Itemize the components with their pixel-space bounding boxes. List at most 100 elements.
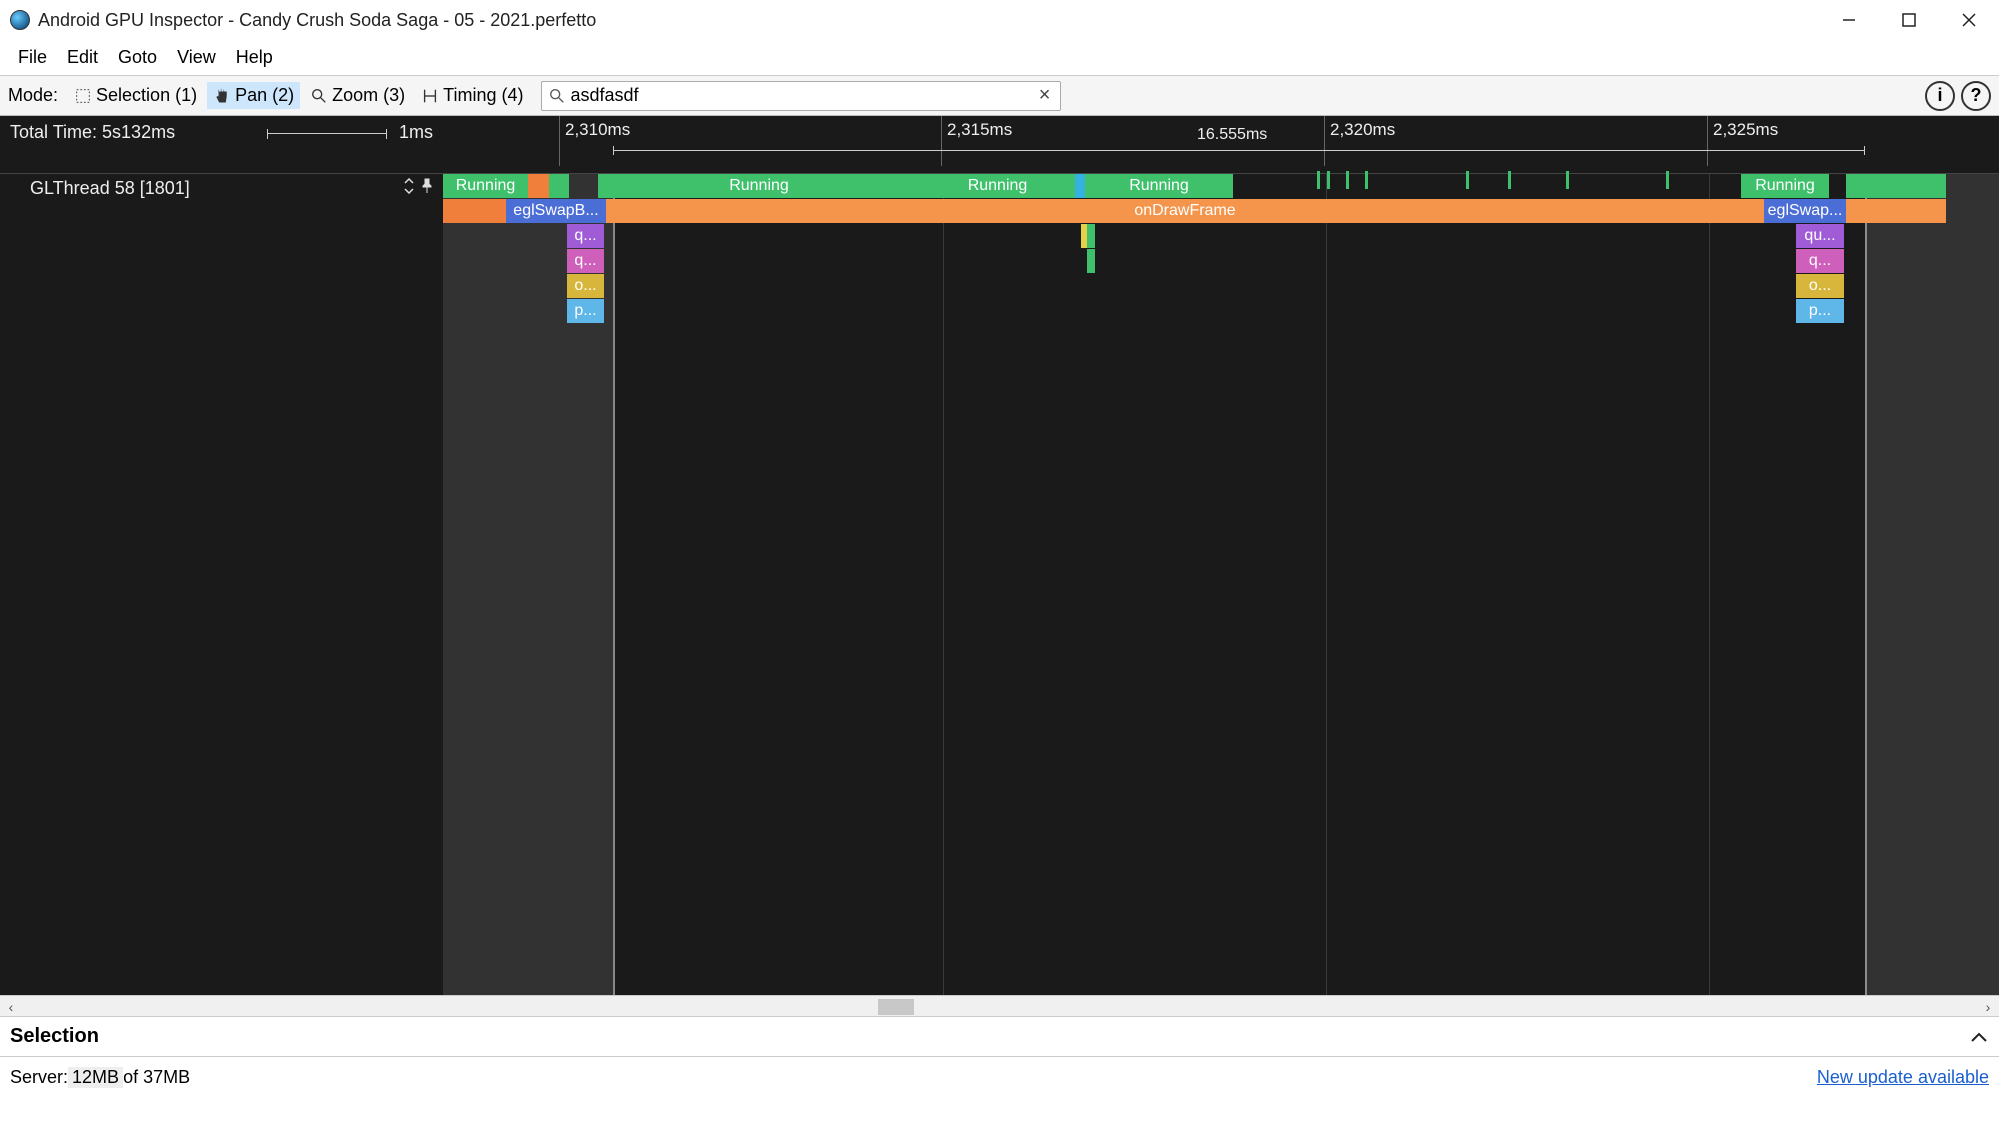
search-icon: [548, 87, 566, 105]
gridline: [1709, 174, 1710, 995]
menu-file[interactable]: File: [10, 43, 55, 72]
toolbar: Mode: Selection (1) Pan (2) Zoom (3) Tim…: [0, 76, 1999, 116]
info-icon: i: [1937, 85, 1942, 106]
server-memory-used: 12MB: [68, 1067, 123, 1088]
trace-event[interactable]: Running: [443, 174, 528, 198]
trace-event[interactable]: [1075, 174, 1085, 198]
scale-bar-icon: [267, 133, 387, 134]
app-icon: [10, 10, 30, 30]
gridline: [1326, 174, 1327, 995]
trace-event[interactable]: Running: [1085, 174, 1233, 198]
trace-event[interactable]: q...: [567, 224, 604, 248]
selection-title: Selection: [10, 1025, 99, 1048]
scroll-right-button[interactable]: ›: [1977, 996, 1999, 1018]
maximize-button[interactable]: [1879, 0, 1939, 40]
gridline: [943, 174, 944, 995]
trace-event[interactable]: q...: [1796, 249, 1844, 273]
trace-event[interactable]: o...: [1796, 274, 1844, 298]
selection-span-label: 16.555ms: [1193, 126, 1271, 144]
trace-event[interactable]: [1846, 199, 1946, 223]
frame-tick: [1346, 171, 1349, 189]
horizontal-scrollbar[interactable]: ‹ ›: [0, 995, 1999, 1017]
trace-event[interactable]: q...: [567, 249, 604, 273]
statusbar: Server: 12MB of 37MB New update availabl…: [0, 1057, 1999, 1097]
mode-selection-button[interactable]: Selection (1): [68, 82, 203, 109]
timeline-ruler[interactable]: 2,310ms 2,315ms 2,320ms 2,325ms 16.555ms: [443, 116, 1999, 174]
trace-event[interactable]: Running: [920, 174, 1075, 198]
frame-tick: [1666, 171, 1669, 189]
trace-event[interactable]: [528, 174, 549, 198]
trace-event[interactable]: Running: [598, 174, 920, 198]
trace-event[interactable]: p...: [1796, 299, 1844, 323]
close-icon: [1961, 12, 1977, 28]
timeline-sidebar-header: Total Time: 5s132ms 1ms: [0, 116, 443, 174]
window-title: Android GPU Inspector - Candy Crush Soda…: [38, 10, 596, 31]
trace-event[interactable]: [443, 199, 506, 223]
mode-pan-label: Pan (2): [235, 85, 294, 106]
trace-event[interactable]: [1087, 224, 1095, 248]
mode-pan-button[interactable]: Pan (2): [207, 82, 300, 109]
menu-goto[interactable]: Goto: [110, 43, 165, 72]
search-box[interactable]: ×: [541, 81, 1061, 111]
scrollbar-thumb[interactable]: [878, 999, 914, 1015]
trace-event[interactable]: [1846, 174, 1946, 198]
trace-event[interactable]: [1087, 249, 1095, 273]
help-icon: ?: [1971, 85, 1982, 106]
close-button[interactable]: [1939, 0, 1999, 40]
trace-event[interactable]: onDrawFrame: [606, 199, 1764, 223]
collapse-icon[interactable]: [403, 178, 415, 199]
server-memory-total: of 37MB: [123, 1067, 190, 1088]
trace-event[interactable]: p...: [567, 299, 604, 323]
zoom-icon: [310, 87, 328, 105]
ruler-tick: 2,320ms: [1330, 120, 1395, 140]
menu-help[interactable]: Help: [228, 43, 281, 72]
help-button[interactable]: ?: [1961, 81, 1991, 111]
mode-zoom-button[interactable]: Zoom (3): [304, 82, 411, 109]
frame-tick: [1566, 171, 1569, 189]
trace-event[interactable]: eglSwap...: [1764, 199, 1846, 223]
timeline-tracks[interactable]: 2,310ms 2,315ms 2,320ms 2,325ms 16.555ms…: [443, 116, 1999, 995]
ruler-tick: 2,325ms: [1713, 120, 1778, 140]
trace-event[interactable]: o...: [567, 274, 604, 298]
thread-row[interactable]: GLThread 58 [1801]: [0, 174, 443, 202]
thread-name: GLThread 58 [1801]: [0, 178, 190, 199]
ruler-tick: 2,315ms: [947, 120, 1012, 140]
mode-zoom-label: Zoom (3): [332, 85, 405, 106]
frame-tick: [1508, 171, 1511, 189]
scale-label: 1ms: [399, 122, 433, 143]
timing-icon: [421, 87, 439, 105]
info-button[interactable]: i: [1925, 81, 1955, 111]
pin-icon[interactable]: [421, 178, 433, 199]
trace-event[interactable]: eglSwapB...: [506, 199, 606, 223]
pan-icon: [213, 87, 231, 105]
selection-panel-header[interactable]: Selection: [0, 1017, 1999, 1057]
frame-tick: [1365, 171, 1368, 189]
maximize-icon: [1902, 13, 1916, 27]
server-label: Server:: [10, 1067, 68, 1088]
scroll-left-button[interactable]: ‹: [0, 996, 22, 1018]
trace-event[interactable]: [549, 174, 569, 198]
minimize-button[interactable]: [1819, 0, 1879, 40]
selection-span: 16.555ms: [613, 150, 1865, 151]
frame-tick: [1466, 171, 1469, 189]
search-clear-button[interactable]: ×: [1035, 84, 1055, 107]
frame-tick: [1317, 171, 1320, 189]
total-time-label: Total Time: 5s132ms: [10, 122, 175, 143]
mode-timing-button[interactable]: Timing (4): [415, 82, 529, 109]
search-input[interactable]: [570, 85, 1034, 106]
mode-label: Mode:: [8, 85, 58, 106]
mode-timing-label: Timing (4): [443, 85, 523, 106]
menubar: File Edit Goto View Help: [0, 40, 1999, 76]
dim-after-selection: [1865, 174, 1999, 995]
titlebar: Android GPU Inspector - Candy Crush Soda…: [0, 0, 1999, 40]
menu-view[interactable]: View: [169, 43, 224, 72]
selection-icon: [74, 87, 92, 105]
timeline-panel: Total Time: 5s132ms 1ms GLThread 58 [180…: [0, 116, 1999, 995]
chevron-up-icon[interactable]: [1969, 1024, 1989, 1050]
trace-event[interactable]: Running: [1741, 174, 1829, 198]
menu-edit[interactable]: Edit: [59, 43, 106, 72]
timeline-sidebar: Total Time: 5s132ms 1ms GLThread 58 [180…: [0, 116, 443, 995]
selection-start-line[interactable]: [613, 174, 615, 995]
trace-event[interactable]: qu...: [1796, 224, 1844, 248]
update-available-link[interactable]: New update available: [1817, 1067, 1989, 1088]
